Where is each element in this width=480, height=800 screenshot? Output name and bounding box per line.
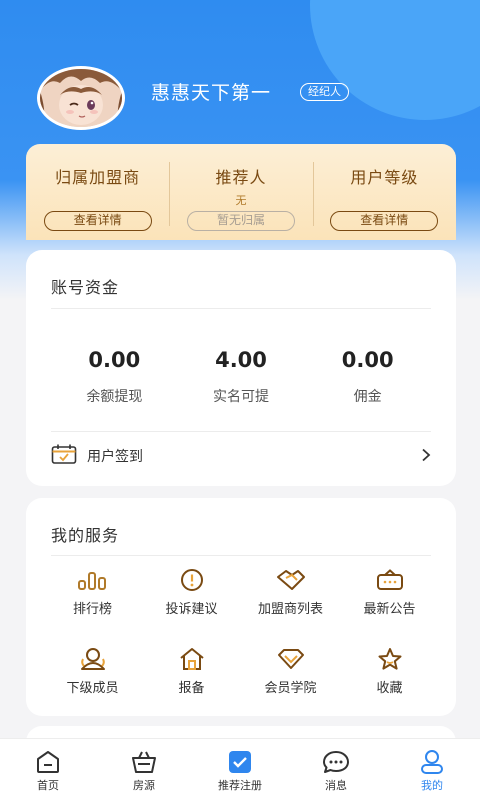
- role-badge: 经纪人: [300, 83, 349, 101]
- checkin-label: 用户签到: [87, 449, 143, 465]
- referrer-title: 推荐人: [215, 168, 267, 187]
- members-icon: [43, 647, 142, 671]
- tab-label: 我的: [421, 779, 443, 792]
- handshake-icon: [241, 568, 340, 592]
- avatar[interactable]: [37, 66, 125, 130]
- diamond-icon: [241, 647, 340, 671]
- service-label: 投诉建议: [165, 602, 218, 617]
- service-franchisee-list[interactable]: 加盟商列表: [241, 568, 340, 617]
- services-grid: 排行榜 投诉建议 加盟商列表 最新公告 下级成员 报备 会员学院 收藏: [43, 568, 439, 696]
- stat-verified-withdraw[interactable]: 4.00 实名可提: [178, 348, 305, 406]
- level-section: 用户等级 查看详情: [312, 144, 456, 240]
- funds-title: 账号资金: [51, 278, 120, 297]
- check-icon: [192, 749, 288, 775]
- message-icon: [288, 749, 384, 775]
- franchisee-spacer: [26, 192, 169, 206]
- notice-icon: [340, 568, 439, 592]
- funds-divider-top: [51, 308, 431, 309]
- service-label: 收藏: [376, 681, 403, 696]
- level-details-button[interactable]: 查看详情: [330, 211, 439, 231]
- service-label: 报备: [178, 681, 205, 696]
- tab-messages[interactable]: 消息: [288, 739, 384, 800]
- service-ranking[interactable]: 排行榜: [43, 568, 142, 617]
- tab-profile[interactable]: 我的: [384, 739, 480, 800]
- basket-icon: [96, 749, 192, 775]
- stat-value: 0.00: [341, 348, 394, 372]
- complaint-icon: [142, 568, 241, 592]
- tab-listings[interactable]: 房源: [96, 739, 192, 800]
- ranking-icon: [43, 568, 142, 592]
- service-favorites[interactable]: 收藏: [340, 647, 439, 696]
- home-icon: [0, 749, 96, 775]
- stat-value: 4.00: [215, 348, 267, 372]
- stat-value: 0.00: [88, 348, 141, 372]
- referrer-status-button[interactable]: 暂无归属: [186, 211, 295, 231]
- tab-label: 房源: [133, 779, 155, 792]
- service-members[interactable]: 下级成员: [43, 647, 142, 696]
- services-divider: [51, 555, 431, 556]
- tab-label: 推荐注册: [218, 779, 262, 792]
- service-label: 下级成员: [66, 681, 119, 696]
- tab-refer-register[interactable]: 推荐注册: [192, 739, 288, 800]
- bottom-tab-bar: 首页 房源 推荐注册 消息 我的: [0, 738, 480, 800]
- tab-label: 首页: [37, 779, 59, 792]
- stat-label: 佣金: [353, 389, 382, 405]
- stat-balance-withdraw[interactable]: 0.00 余额提现: [51, 348, 178, 406]
- house-icon: [142, 647, 241, 671]
- stat-label: 余额提现: [86, 389, 143, 405]
- service-notice[interactable]: 最新公告: [340, 568, 439, 617]
- tab-label: 消息: [325, 779, 347, 792]
- level-spacer: [313, 192, 456, 206]
- star-icon: [340, 647, 439, 671]
- service-complaint[interactable]: 投诉建议: [142, 568, 241, 617]
- anime-girl-avatar-icon: [40, 69, 122, 127]
- decorative-circle: [310, 0, 480, 120]
- service-label: 排行榜: [72, 602, 112, 617]
- service-member-academy[interactable]: 会员学院: [241, 647, 340, 696]
- level-title: 用户等级: [350, 168, 419, 187]
- service-label: 最新公告: [363, 602, 416, 617]
- chevron-right-icon: [421, 447, 431, 466]
- funds-divider-bottom: [51, 431, 431, 432]
- referrer-value: 无: [235, 194, 247, 207]
- funds-stats: 0.00 余额提现 4.00 实名可提 0.00 佣金: [51, 348, 431, 406]
- tab-home[interactable]: 首页: [0, 739, 96, 800]
- account-funds-card: 账号资金 0.00 余额提现 4.00 实名可提 0.00 佣金 用户签到: [26, 250, 456, 486]
- service-report[interactable]: 报备: [142, 647, 241, 696]
- username: 惠惠天下第一: [151, 82, 272, 104]
- franchisee-title: 归属加盟商: [55, 168, 141, 187]
- stat-commission[interactable]: 0.00 佣金: [304, 348, 431, 406]
- membership-info-card: 归属加盟商 查看详情 推荐人 无 暂无归属 用户等级 查看详情: [26, 144, 456, 240]
- franchisee-section: 归属加盟商 查看详情: [26, 144, 169, 240]
- profile-icon: [384, 749, 480, 775]
- my-services-card: 我的服务 排行榜 投诉建议 加盟商列表 最新公告 下级成员 报备 会员学院 收藏: [26, 498, 456, 716]
- services-title: 我的服务: [51, 526, 120, 545]
- referrer-section: 推荐人 无 暂无归属: [169, 144, 312, 240]
- franchisee-details-button[interactable]: 查看详情: [43, 211, 152, 231]
- service-label: 加盟商列表: [257, 602, 323, 617]
- calendar-icon: [51, 443, 77, 469]
- user-checkin-row[interactable]: 用户签到: [51, 442, 431, 470]
- stat-label: 实名可提: [213, 389, 269, 405]
- service-label: 会员学院: [264, 681, 317, 696]
